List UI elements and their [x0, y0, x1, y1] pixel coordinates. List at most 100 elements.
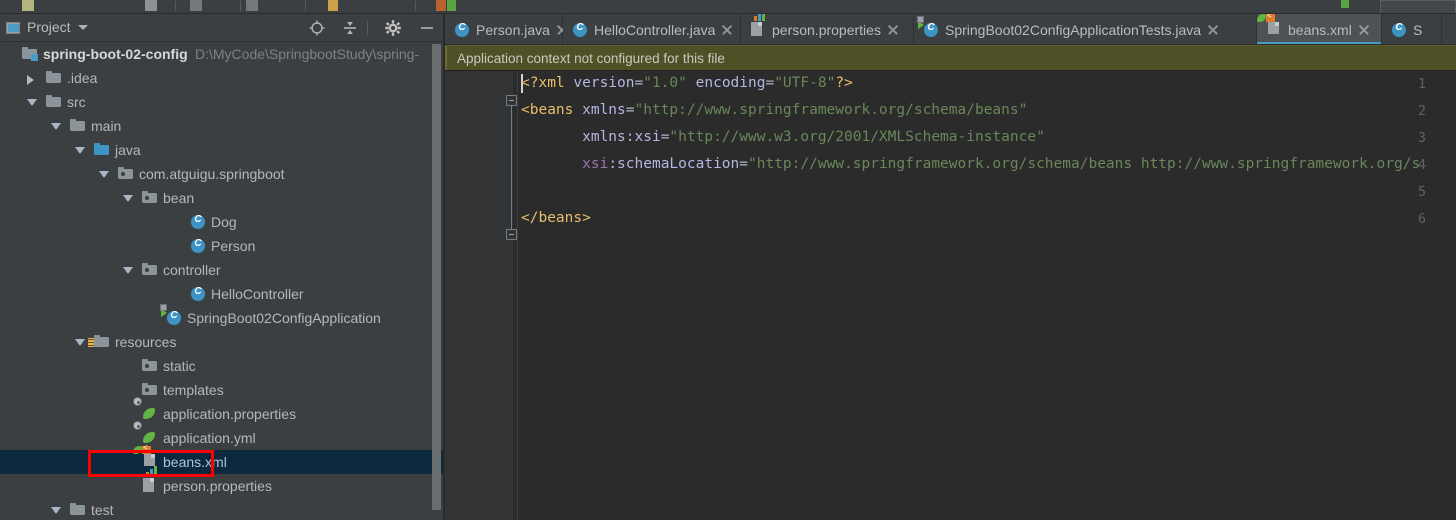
code-line[interactable]: </beans> — [521, 210, 591, 227]
project-scrollbar[interactable] — [432, 44, 441, 510]
twisty-expanded-icon[interactable] — [27, 99, 37, 106]
locate-icon[interactable] — [308, 19, 326, 37]
code-line[interactable]: <?xml version="1.0" encoding="UTF-8"?> — [521, 75, 853, 92]
toolbar-divider-4 — [415, 1, 416, 11]
twisty-expanded-icon[interactable] — [123, 267, 133, 274]
project-tree[interactable]: spring-boot-02-config D:\MyCode\Springboo… — [0, 42, 445, 520]
tree-row[interactable]: application.yml — [0, 421, 445, 450]
editor-tab-person-properties[interactable]: person.properties — [741, 14, 914, 44]
close-icon[interactable] — [1207, 24, 1219, 36]
toolbar-icon-2[interactable] — [145, 0, 157, 11]
tree-row-label: person.properties — [163, 478, 272, 494]
editor-tab-hellocontroller-java[interactable]: HelloController.java — [563, 14, 741, 44]
tree-row-label: Person — [211, 238, 256, 254]
code-token: "http://www.w3.org/2001/XMLSchema-instan… — [669, 129, 1045, 145]
tree-row[interactable]: java — [0, 138, 445, 162]
tree-row-label: java — [115, 142, 141, 158]
package-icon — [142, 358, 158, 374]
code-token: xmlns:xsi — [582, 129, 661, 145]
tree-row[interactable]: Person — [0, 234, 445, 258]
tree-row[interactable]: .idea — [0, 66, 445, 90]
tree-row[interactable]: resources — [0, 330, 445, 354]
toolbar-icon-4[interactable] — [246, 0, 258, 11]
project-panel-header: Project — [0, 14, 445, 42]
source-root-folder-icon — [94, 142, 110, 158]
tree-row[interactable]: Dog — [0, 210, 445, 234]
code-line[interactable]: <beans xmlns="http://www.springframework… — [521, 102, 1027, 119]
editor-notification-bar[interactable]: Application context not configured for t… — [445, 45, 1456, 71]
editor-tab-person-java[interactable]: Person.java — [445, 14, 563, 44]
editor-tab-bar[interactable]: Person.java HelloController.java person.pr… — [445, 14, 1456, 45]
tree-row[interactable]: com.atguigu.springboot — [0, 162, 445, 186]
fold-open-icon[interactable] — [506, 95, 517, 106]
tree-row-label: beans.xml — [163, 454, 227, 470]
editor-tab-label: HelloController.java — [594, 21, 716, 38]
java-class-icon — [1391, 22, 1407, 38]
tree-row[interactable]: src — [0, 90, 445, 114]
close-icon[interactable] — [721, 24, 733, 36]
code-token: "UTF-8" — [774, 75, 836, 91]
module-folder-icon — [22, 46, 38, 62]
tree-row[interactable]: bean — [0, 186, 445, 210]
fold-close-icon[interactable] — [506, 229, 517, 240]
chevron-down-icon[interactable] — [78, 25, 88, 30]
tree-row[interactable]: main — [0, 114, 445, 138]
editor-tab-partial[interactable]: S — [1382, 14, 1442, 44]
spring-bean-xml-icon — [1257, 14, 1282, 38]
search-box-partial[interactable] — [1380, 0, 1456, 13]
twisty-expanded-icon[interactable] — [75, 339, 85, 346]
run-icon[interactable] — [447, 0, 456, 11]
twisty-expanded-icon[interactable] — [123, 195, 133, 202]
tree-row[interactable]: controller — [0, 258, 445, 282]
tree-row[interactable]: spring-boot-02-config D:\MyCode\Springboo… — [0, 42, 445, 66]
twisty-expanded-icon[interactable] — [75, 147, 85, 154]
java-runnable-class-icon — [917, 15, 939, 38]
properties-file-icon — [750, 14, 766, 38]
editor-gutter[interactable] — [445, 71, 513, 520]
tree-row[interactable]: application.properties — [0, 397, 445, 426]
twisty-collapsed-icon[interactable] — [27, 75, 34, 85]
tree-row[interactable]: person.properties — [0, 466, 445, 498]
editor-tab-springboot02configapplicationtests-java[interactable]: SpringBoot02ConfigApplicationTests.java — [914, 14, 1257, 44]
editor-tab-label: SpringBoot02ConfigApplicationTests.java — [945, 21, 1202, 38]
toolbar-icon-3[interactable] — [190, 0, 202, 11]
code-token: "http://www.springframework.org/schema/b… — [634, 102, 1028, 118]
tree-row[interactable]: HelloController — [0, 282, 445, 306]
tree-row[interactable]: templates — [0, 378, 445, 402]
properties-toolbar-icon[interactable] — [328, 0, 338, 11]
tree-row-label: bean — [163, 190, 195, 206]
minimize-icon[interactable] — [418, 19, 436, 37]
code-token: ?> — [835, 75, 853, 91]
project-path-label: D:\MyCode\SpringbootStudy\spring- — [195, 46, 420, 62]
tree-row-label: test — [91, 502, 114, 518]
code-token: <?xml — [521, 75, 574, 91]
tree-row[interactable]: static — [0, 354, 445, 378]
collapse-all-icon[interactable] — [341, 19, 359, 37]
twisty-expanded-icon[interactable] — [51, 507, 61, 514]
close-icon[interactable] — [1358, 24, 1370, 36]
resource-root-folder-icon — [88, 334, 110, 350]
code-line[interactable]: xmlns:xsi="http://www.w3.org/2001/XMLSch… — [521, 129, 1045, 146]
java-class-icon — [190, 238, 206, 254]
twisty-expanded-icon[interactable] — [51, 123, 61, 130]
close-icon[interactable] — [887, 24, 899, 36]
tree-row-label: application.yml — [163, 430, 256, 446]
code-line[interactable]: xsi:schemaLocation="http://www.springfra… — [521, 156, 1420, 173]
toolbar-icon-1[interactable] — [22, 0, 34, 11]
code-editor[interactable]: 123456 <?xml version="1.0" encoding="UTF… — [445, 71, 1456, 520]
editor-tab-beans-xml[interactable]: beans.xml — [1257, 14, 1382, 44]
code-token: encoding — [695, 75, 766, 91]
code-token: </beans> — [521, 210, 591, 226]
tree-row-selected[interactable]: beans.xml — [0, 443, 445, 474]
code-token: "1.0" — [643, 75, 687, 91]
editor-tab-label: Person.java — [476, 21, 550, 38]
tree-row-label: main — [91, 118, 122, 134]
run-config-icon[interactable] — [436, 0, 446, 11]
editor-tab-label: beans.xml — [1288, 21, 1352, 38]
twisty-expanded-icon[interactable] — [99, 171, 109, 178]
tree-row[interactable]: SpringBoot02ConfigApplication — [0, 304, 445, 330]
tree-row[interactable]: test — [0, 498, 445, 520]
gear-icon[interactable] — [384, 19, 402, 37]
